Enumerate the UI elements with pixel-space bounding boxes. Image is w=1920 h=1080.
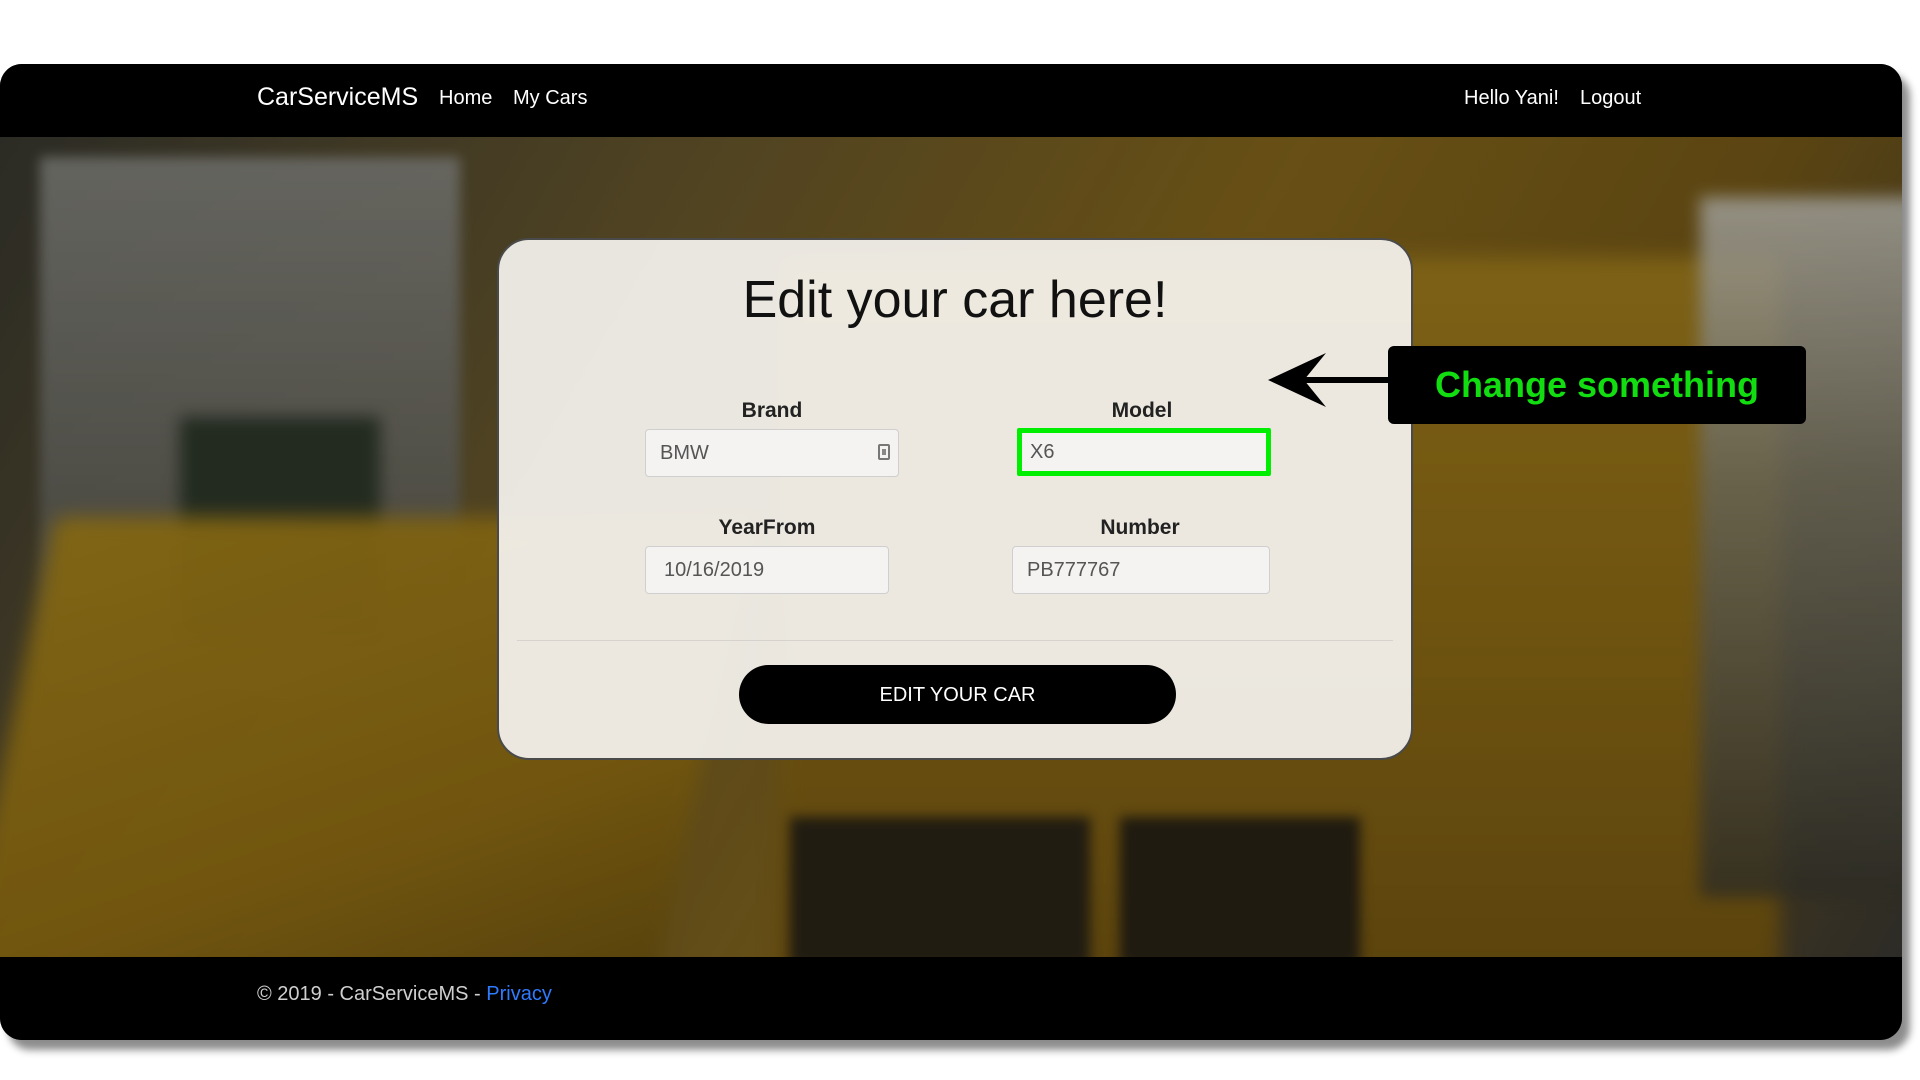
edit-car-form: Edit your car here! Brand BMW Model X6 Y… (497, 238, 1413, 760)
form-divider (517, 640, 1393, 641)
model-input[interactable]: X6 (1017, 428, 1271, 476)
brand-input-value: BMW (660, 442, 709, 464)
model-label: Model (1111, 399, 1173, 422)
model-input-value: X6 (1030, 441, 1055, 463)
year-from-input[interactable]: 10/16/2019 (645, 546, 889, 594)
edit-car-submit-button[interactable]: EDIT YOUR CAR (739, 665, 1176, 724)
brand-link[interactable]: CarServiceMS (257, 83, 418, 112)
footer-text: © 2019 - CarServiceMS - Privacy (257, 983, 552, 1006)
year-from-input-value: 10/16/2019 (664, 559, 765, 581)
number-input[interactable]: PB777767 (1012, 546, 1270, 594)
year-from-label: YearFrom (718, 516, 816, 539)
brand-input[interactable]: BMW (645, 429, 899, 477)
privacy-link[interactable]: Privacy (486, 983, 552, 1005)
app-window: CarServiceMS Home My Cars Hello Yani! Lo… (0, 64, 1902, 1040)
copyright-text: © 2019 - CarServiceMS - (257, 983, 487, 1005)
brand-label: Brand (741, 399, 803, 422)
top-navbar: CarServiceMS Home My Cars Hello Yani! Lo… (0, 64, 1902, 137)
hero-background: Edit your car here! Brand BMW Model X6 Y… (0, 137, 1902, 957)
number-input-value: PB777767 (1027, 559, 1121, 581)
nav-home-link[interactable]: Home (439, 87, 492, 110)
page-footer: © 2019 - CarServiceMS - Privacy (0, 957, 1902, 1040)
logout-link[interactable]: Logout (1580, 87, 1641, 110)
number-label: Number (1100, 516, 1180, 539)
annotation-callout: Change something (1388, 346, 1806, 424)
user-greeting-link[interactable]: Hello Yani! (1464, 87, 1559, 110)
form-title: Edit your car here! (742, 271, 1168, 329)
contact-card-icon[interactable] (878, 444, 890, 460)
nav-my-cars-link[interactable]: My Cars (513, 87, 587, 110)
arrow-left-icon (1268, 353, 1392, 407)
